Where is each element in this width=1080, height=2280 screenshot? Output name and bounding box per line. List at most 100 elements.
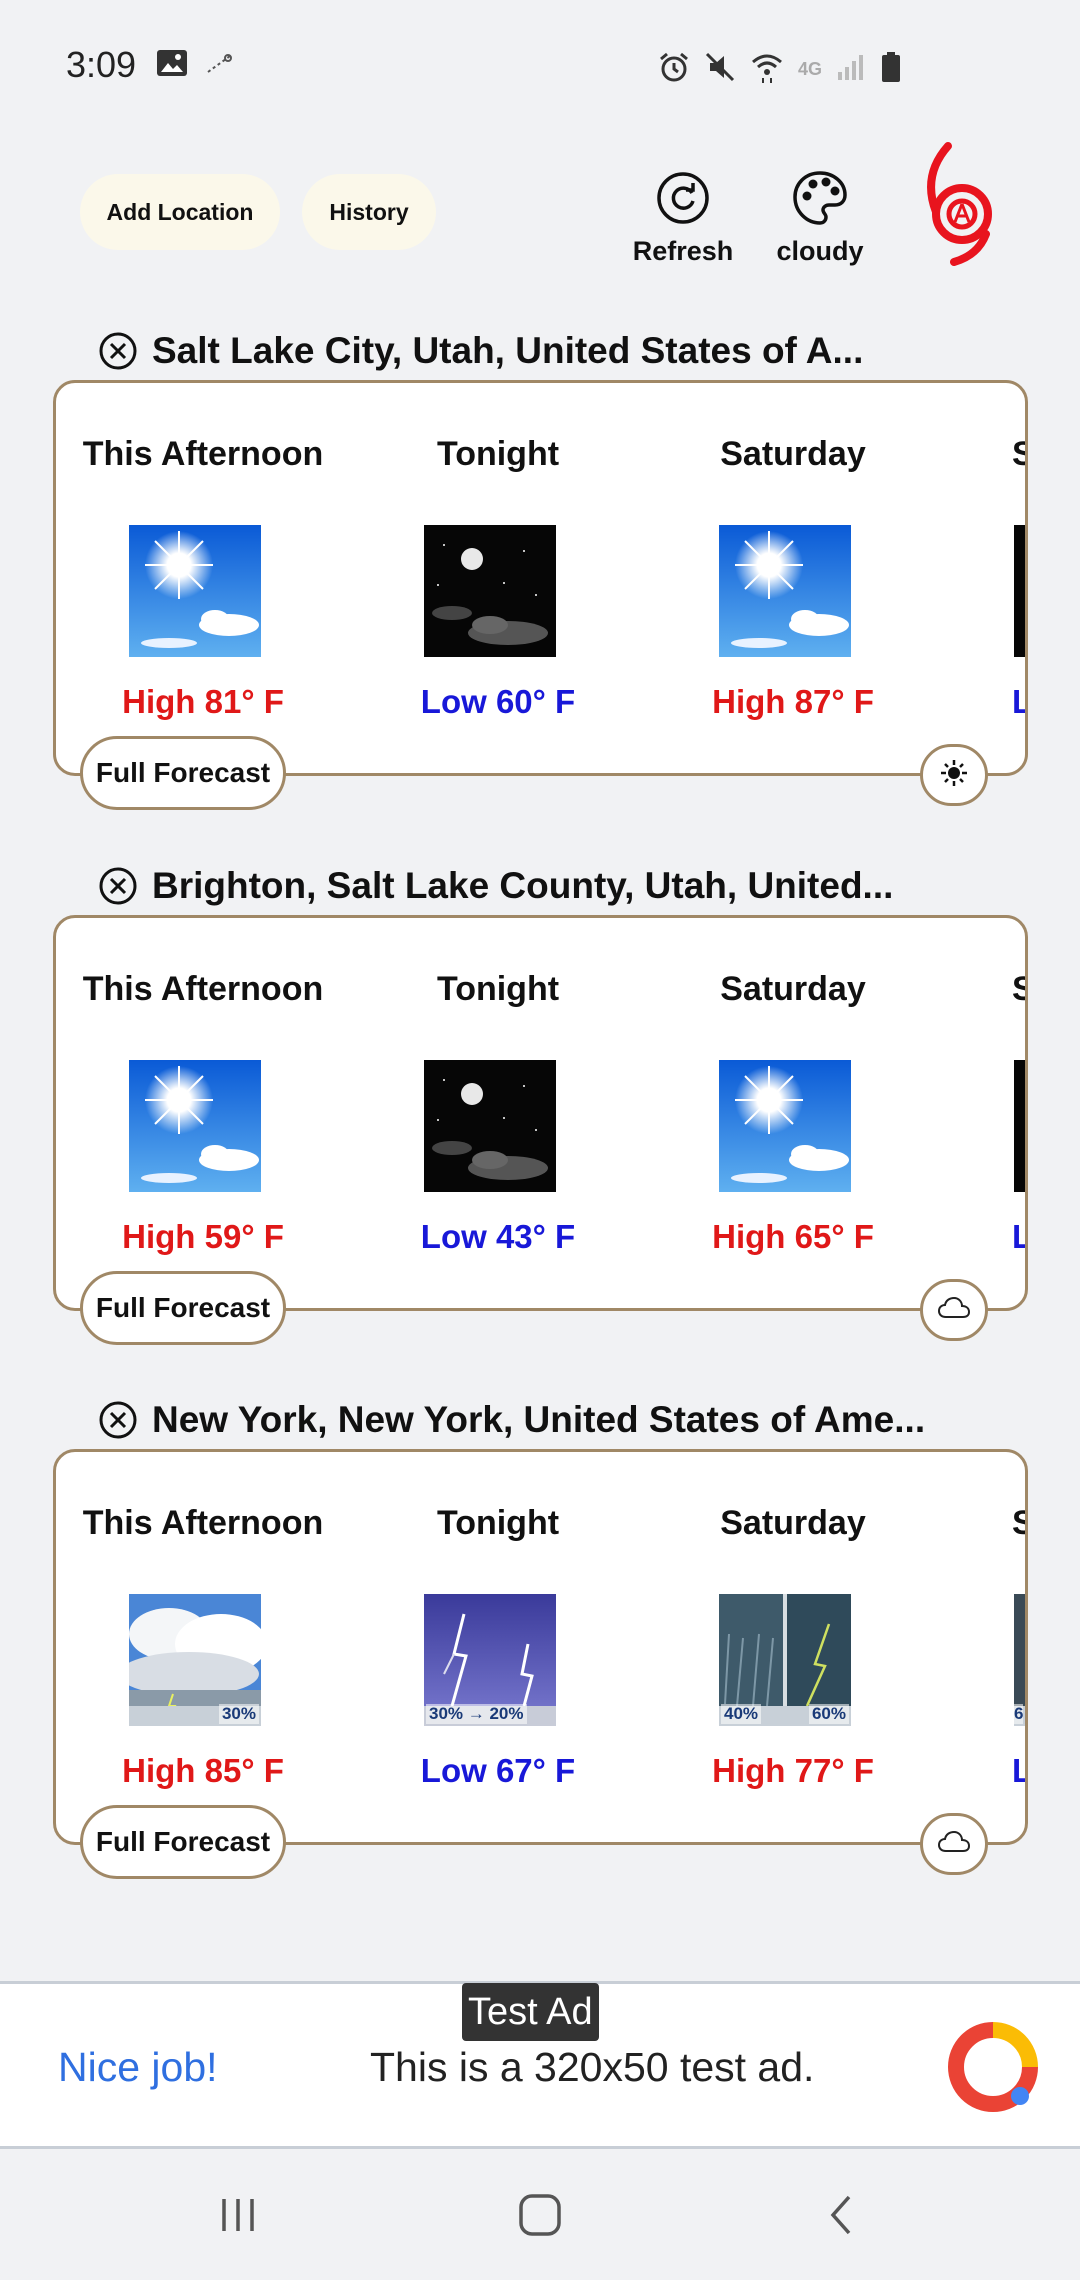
period-name: Saturday: [720, 1504, 866, 1542]
back-icon: [827, 2193, 857, 2242]
period-name: Tonight: [436, 435, 560, 473]
period-temperature: High 87° F: [712, 683, 874, 720]
period-temperature: Lo: [1012, 1218, 1025, 1256]
full-forecast-button[interactable]: Full Forecast: [80, 1271, 286, 1345]
period-temperature: High 81° F: [122, 683, 284, 720]
full-forecast-button[interactable]: Full Forecast: [80, 1805, 286, 1879]
remove-location-icon[interactable]: [98, 331, 138, 371]
palette-icon: [790, 168, 850, 228]
refresh-label: Refresh: [632, 236, 734, 266]
refresh-button[interactable]: Refresh: [623, 168, 743, 267]
signal-icon: [836, 52, 866, 87]
home-icon: [517, 2192, 563, 2243]
precip-chance: 40%: [721, 1704, 762, 1724]
location-title: New York, New York, United States of Ame…: [152, 1399, 926, 1440]
night-clear-icon: [424, 1060, 556, 1192]
forecast-period[interactable]: Tonight 30% → 20% Low 67° F: [351, 1452, 645, 1832]
status-bar: 3:09 4G: [0, 0, 1080, 130]
gallery-icon: [156, 48, 188, 83]
home-button[interactable]: [500, 2182, 580, 2252]
app-logo-icon[interactable]: [922, 142, 1002, 266]
battery-icon: [880, 51, 902, 88]
period-name: Saturday: [720, 435, 866, 473]
period-temperature: Low 43° F: [420, 1218, 576, 1255]
period-temperature: Lo: [1012, 683, 1025, 721]
forecast-strip[interactable]: This Afternoon High 59° F Tonight Low 43…: [53, 915, 1028, 1311]
period-temperature: Low 60° F: [420, 683, 576, 720]
period-name: Satu: [1012, 970, 1025, 1009]
rain-icon: 6: [1014, 1594, 1025, 1726]
forecast-period[interactable]: This Afternoon High 81° F: [56, 383, 350, 763]
precip-chance: 60%: [808, 1704, 849, 1724]
forecast-period[interactable]: Tonight Low 43° F: [351, 918, 645, 1298]
period-temperature: High 85° F: [122, 1752, 284, 1789]
ad-body[interactable]: This is a 320x50 test ad.: [370, 2044, 814, 2091]
period-temperature: High 65° F: [712, 1218, 874, 1255]
ad-tag: Test Ad: [462, 1983, 599, 2041]
condition-theme-button[interactable]: [920, 744, 988, 806]
refresh-icon: [653, 168, 713, 228]
forecast-strip[interactable]: This Afternoon High 81° F Tonight Low 60…: [53, 380, 1028, 776]
remove-location-icon[interactable]: [98, 1400, 138, 1440]
forecast-period[interactable]: Satu Lo: [941, 383, 1025, 763]
forecast-period[interactable]: Satu Lo: [941, 918, 1025, 1298]
period-name: Tonight: [436, 970, 560, 1008]
nfc-icon: [204, 48, 234, 83]
rain-storm-icon: 40% 60%: [719, 1594, 851, 1726]
status-icons: 4G: [658, 50, 902, 89]
period-name: This Afternoon: [82, 435, 324, 473]
recents-icon: [216, 2195, 260, 2240]
forecast-period[interactable]: Saturday High 65° F: [646, 918, 940, 1298]
ad-banner[interactable]: Test Ad Nice job! This is a 320x50 test …: [0, 1981, 1080, 2149]
sunny-icon: [719, 1060, 851, 1192]
precip-chance: 6: [1014, 1704, 1024, 1724]
location-header: Salt Lake City, Utah, United States of A…: [98, 326, 863, 376]
add-location-button[interactable]: Add Location: [80, 174, 280, 250]
theme-label: cloudy: [776, 236, 864, 266]
alarm-icon: [658, 51, 690, 88]
precip-chance: 30% → 20%: [426, 1704, 527, 1724]
forecast-period[interactable]: Satu 6 Lo: [941, 1452, 1025, 1832]
period-name: Saturday: [720, 970, 866, 1008]
precip-chance: 30%: [218, 1704, 259, 1724]
recents-button[interactable]: [198, 2182, 278, 2252]
condition-theme-button[interactable]: [920, 1813, 988, 1875]
period-temperature: Low 67° F: [420, 1752, 576, 1789]
period-name: Satu: [1012, 1504, 1025, 1543]
back-button[interactable]: [802, 2182, 882, 2252]
location-header: New York, New York, United States of Ame…: [98, 1395, 925, 1445]
forecast-period[interactable]: Saturday High 87° F: [646, 383, 940, 763]
period-temperature: Lo: [1012, 1752, 1025, 1790]
sun-icon: [939, 758, 969, 793]
full-forecast-button[interactable]: Full Forecast: [80, 736, 286, 810]
wifi-icon: [750, 50, 784, 89]
location-title: Brighton, Salt Lake County, Utah, United…: [152, 865, 894, 906]
night-clear-icon: [424, 525, 556, 657]
cloud-icon: [937, 1829, 971, 1860]
ad-headline[interactable]: Nice job!: [58, 2044, 218, 2091]
remove-location-icon[interactable]: [98, 866, 138, 906]
thunderstorm-icon: 30% → 20%: [424, 1594, 556, 1726]
forecast-period[interactable]: Saturday 40% 60% High 77° F: [646, 1452, 940, 1832]
forecast-period[interactable]: This Afternoon 30% High 85° F: [56, 1452, 350, 1832]
theme-button[interactable]: cloudy: [760, 168, 880, 267]
ad-logo-icon[interactable]: [948, 2022, 1038, 2112]
system-nav-bar: [0, 2152, 1080, 2280]
forecast-strip[interactable]: This Afternoon 30% High 85° F Tonight 30…: [53, 1449, 1028, 1845]
location-header: Brighton, Salt Lake County, Utah, United…: [98, 861, 893, 911]
period-name: Tonight: [436, 1504, 560, 1542]
toolbar: Add Location History Refresh cloudy: [0, 142, 1080, 290]
sunny-icon: [129, 1060, 261, 1192]
night-clear-icon: [1014, 1060, 1025, 1192]
forecast-period[interactable]: This Afternoon High 59° F: [56, 918, 350, 1298]
sunny-icon: [129, 525, 261, 657]
location-title: Salt Lake City, Utah, United States of A…: [152, 330, 864, 371]
period-name: This Afternoon: [82, 970, 324, 1008]
cloud-icon: [937, 1295, 971, 1326]
partly-cloudy-storm-icon: 30%: [129, 1594, 261, 1726]
history-button[interactable]: History: [302, 174, 436, 250]
condition-theme-button[interactable]: [920, 1279, 988, 1341]
status-time: 3:09: [66, 44, 137, 85]
network-type: 4G: [797, 59, 822, 79]
forecast-period[interactable]: Tonight Low 60° F: [351, 383, 645, 763]
